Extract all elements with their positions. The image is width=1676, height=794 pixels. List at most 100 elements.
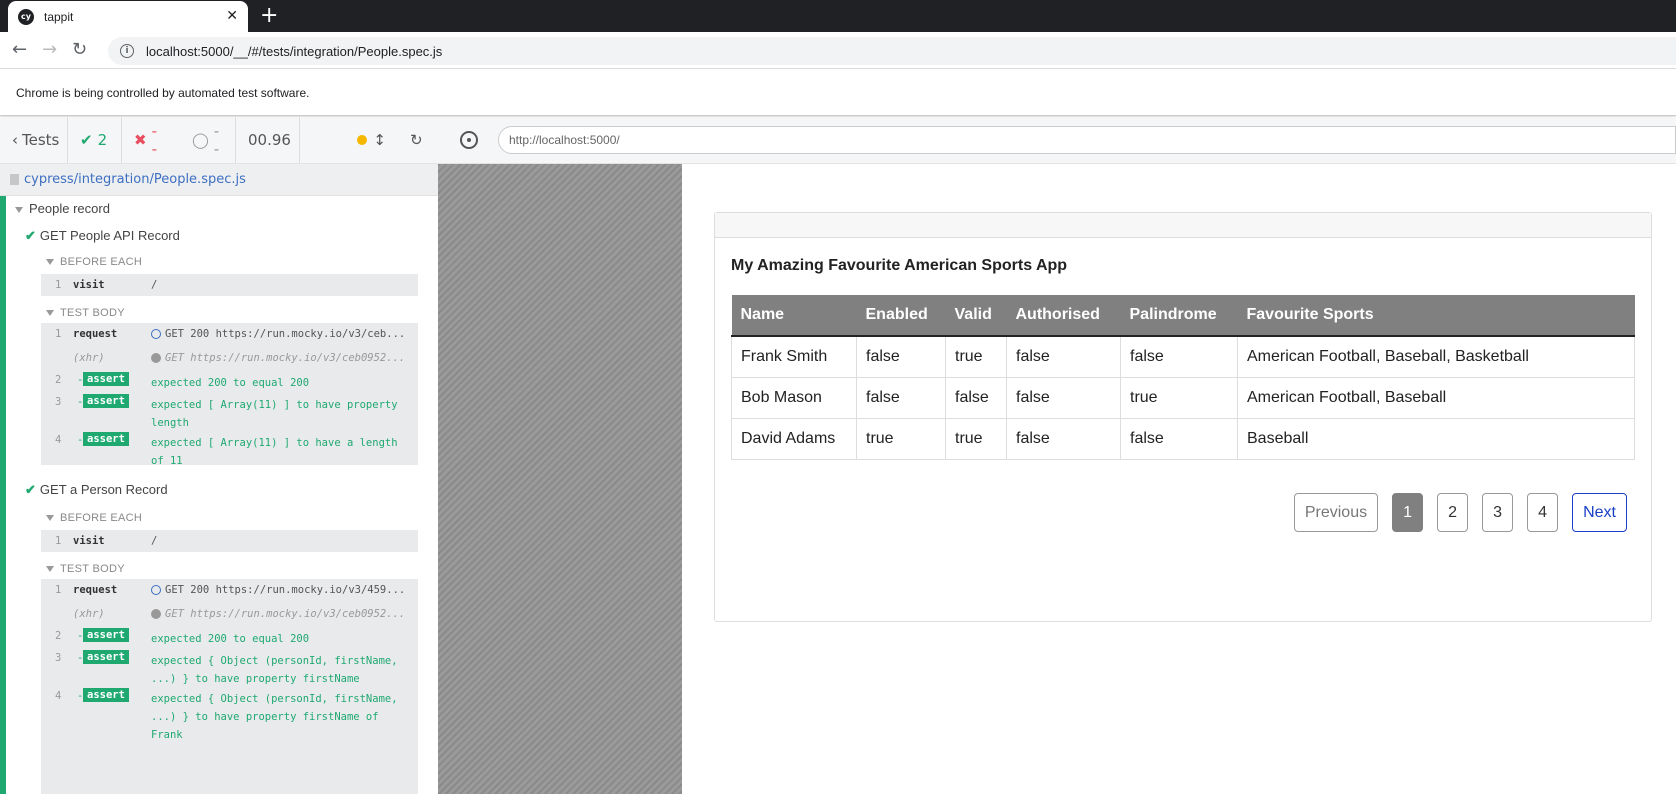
- assert-row[interactable]: 4 - assert expected [ Array(11) ] to hav…: [41, 429, 418, 467]
- command-list: 1 request GET 200 https://run.mocky.io/v…: [41, 579, 418, 794]
- command-row[interactable]: (xhr) GET https://run.mocky.io/v3/ceb095…: [41, 603, 418, 625]
- assert-badge: assert: [83, 394, 129, 408]
- cell-authorised: false: [1006, 376, 1121, 419]
- status-dot-icon: [357, 135, 368, 145]
- request-circle-icon: [151, 585, 161, 595]
- cell-authorised: false: [1006, 417, 1121, 460]
- table-row: Bob Mason false false false true America…: [731, 376, 1635, 419]
- assert-badge: assert: [83, 650, 129, 664]
- check-icon: ✔: [80, 131, 93, 149]
- cell-valid: true: [945, 335, 1007, 378]
- new-tab-icon[interactable]: +: [260, 4, 278, 28]
- tests-back-button[interactable]: ‹ Tests: [0, 117, 68, 163]
- command-row[interactable]: 1 visit /: [41, 530, 418, 552]
- table-row: Frank Smith false true false false Ameri…: [731, 335, 1635, 378]
- omnibox[interactable]: i localhost:5000/__/#/tests/integration/…: [108, 37, 1676, 65]
- duration: 00.96: [236, 117, 300, 163]
- collapse-triangle-icon: [46, 515, 54, 522]
- back-icon[interactable]: ←: [12, 40, 27, 60]
- cell-favourite-sports: American Football, Baseball, Basketball: [1237, 335, 1635, 378]
- assert-row[interactable]: 2 - assert expected 200 to equal 200: [41, 369, 418, 391]
- close-tab-icon[interactable]: ✕: [226, 8, 238, 24]
- pending-circle-icon: ◯: [192, 131, 209, 149]
- next-page-button[interactable]: Next: [1572, 493, 1627, 532]
- cell-authorised: false: [1006, 335, 1121, 378]
- previous-page-button[interactable]: Previous: [1293, 493, 1379, 532]
- test-title[interactable]: ✔ GET People API Record: [25, 228, 180, 244]
- cell-name: Frank Smith: [731, 335, 857, 378]
- failed-count: ✖ --: [122, 117, 174, 163]
- assert-badge: assert: [83, 432, 129, 446]
- assert-row[interactable]: 3 - assert expected { Object (personId, …: [41, 647, 418, 685]
- collapse-triangle-icon: [15, 206, 23, 213]
- suite-title[interactable]: People record: [15, 201, 110, 216]
- hook-test-body[interactable]: TEST BODY: [46, 563, 125, 575]
- test-title[interactable]: ✔ GET a Person Record: [25, 482, 168, 498]
- browser-tab-bar: cy tappit ✕ +: [0, 0, 1676, 32]
- command-list: 1 request GET 200 https://run.mocky.io/v…: [41, 323, 418, 467]
- infobar-message: Chrome is being controlled by automated …: [16, 86, 310, 100]
- collapse-triangle-icon: [46, 259, 54, 266]
- browser-tab[interactable]: cy tappit ✕: [8, 1, 248, 32]
- forward-icon[interactable]: →: [42, 40, 57, 60]
- xhr-dot-icon: [151, 609, 161, 619]
- tests-label: Tests: [22, 131, 60, 149]
- address-bar: ← → ↻ i localhost:5000/__/#/tests/integr…: [0, 32, 1676, 69]
- site-info-icon[interactable]: i: [120, 44, 134, 58]
- column-header-valid: Valid: [945, 295, 1007, 337]
- hook-before-each[interactable]: BEFORE EACH: [46, 256, 142, 268]
- command-row[interactable]: (xhr) GET https://run.mocky.io/v3/ceb095…: [41, 347, 418, 369]
- selector-playground-icon[interactable]: [460, 131, 478, 149]
- pagination: Previous 1 2 3 4 Next: [1293, 493, 1627, 532]
- command-row[interactable]: 1 visit /: [41, 274, 418, 296]
- rerun-button[interactable]: ↻: [398, 117, 438, 163]
- spec-path[interactable]: cypress/integration/People.spec.js: [24, 172, 246, 187]
- column-header-favourite-sports: Favourite Sports: [1237, 295, 1635, 337]
- column-header-name: Name: [731, 295, 857, 337]
- command-list: 1 visit /: [41, 530, 418, 552]
- page-button-1[interactable]: 1: [1392, 493, 1424, 532]
- aut-url: http://localhost:5000/: [509, 133, 620, 147]
- assert-row[interactable]: 3 - assert expected [ Array(11) ] to hav…: [41, 391, 418, 429]
- hook-before-each[interactable]: BEFORE EACH: [46, 512, 142, 524]
- assert-badge: assert: [83, 372, 129, 386]
- duration-value: 00.96: [248, 131, 291, 149]
- passed-count: ✔ 2: [68, 117, 122, 163]
- assert-row[interactable]: 4 - assert expected { Object (personId, …: [41, 685, 418, 741]
- aut-url-bar[interactable]: http://localhost:5000/: [498, 126, 1676, 154]
- assert-badge: assert: [83, 688, 129, 702]
- aut-gutter: [438, 164, 682, 794]
- table-row: David Adams true true false false Baseba…: [731, 417, 1635, 460]
- rerun-icon: ↻: [410, 131, 423, 149]
- page-button-3[interactable]: 3: [1482, 493, 1514, 532]
- suite-status-rail: [0, 196, 6, 794]
- command-row[interactable]: 1 request GET 200 https://run.mocky.io/v…: [41, 579, 418, 601]
- file-icon: [10, 174, 19, 185]
- check-icon: ✔: [25, 228, 36, 243]
- aut-frame: My Amazing Favourite American Sports App…: [682, 164, 1676, 794]
- failed-value: --: [151, 122, 157, 158]
- page-button-4[interactable]: 4: [1527, 493, 1559, 532]
- reload-icon[interactable]: ↻: [72, 40, 87, 60]
- cell-favourite-sports: Baseball: [1237, 417, 1635, 460]
- cell-name: Bob Mason: [731, 376, 857, 419]
- cell-palindrome: false: [1120, 417, 1238, 460]
- spec-path-bar: cypress/integration/People.spec.js: [0, 164, 438, 196]
- command-row[interactable]: 1 request GET 200 https://run.mocky.io/v…: [41, 323, 418, 345]
- hook-test-body[interactable]: TEST BODY: [46, 307, 125, 319]
- cell-palindrome: true: [1120, 376, 1238, 419]
- request-circle-icon: [151, 329, 161, 339]
- auto-scroll-toggle[interactable]: ↕: [300, 117, 398, 163]
- cypress-logo-icon: cy: [18, 8, 34, 25]
- assert-row[interactable]: 2 - assert expected 200 to equal 200: [41, 625, 418, 647]
- column-header-palindrome: Palindrome: [1120, 295, 1238, 337]
- xhr-dot-icon: [151, 353, 161, 363]
- reporter-header: ‹ Tests ✔ 2 ✖ -- ◯ -- 00.96 ↕ ↻: [0, 117, 438, 164]
- cell-name: David Adams: [731, 417, 857, 460]
- cell-enabled: false: [856, 335, 946, 378]
- scroll-arrows-icon: ↕: [373, 131, 386, 149]
- page-button-2[interactable]: 2: [1437, 493, 1469, 532]
- column-header-enabled: Enabled: [856, 295, 946, 337]
- tab-title: tappit: [44, 9, 74, 24]
- assert-badge: assert: [83, 628, 129, 642]
